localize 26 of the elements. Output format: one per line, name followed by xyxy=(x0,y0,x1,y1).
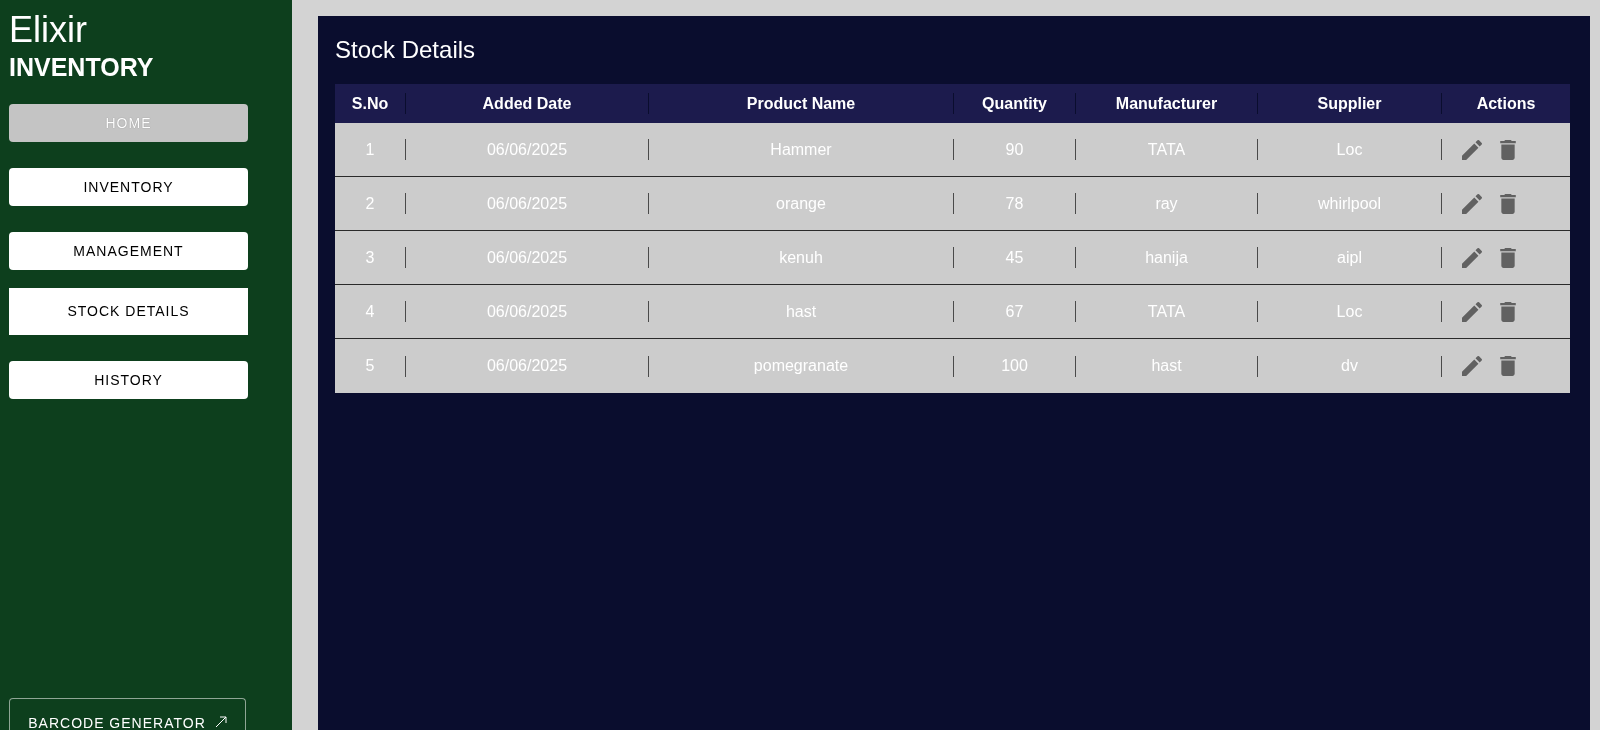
column-header: Actions xyxy=(1476,93,1536,114)
nav-button[interactable]: STOCK DETAILS xyxy=(9,288,248,335)
pencil-icon[interactable] xyxy=(1462,139,1482,160)
column-header: S.No xyxy=(351,93,389,114)
pencil-icon[interactable] xyxy=(1462,356,1482,376)
barcode-generator-button[interactable]: BARCODE GENERATOR xyxy=(9,698,246,730)
column-header: Supplier xyxy=(1317,93,1382,114)
trash-icon[interactable] xyxy=(1500,356,1516,376)
brand-title: Elixir xyxy=(9,12,87,48)
column-header: Product Name xyxy=(746,93,856,114)
nav-button[interactable]: INVENTORY xyxy=(9,168,248,206)
trash-icon[interactable] xyxy=(1500,139,1516,160)
trash-icon[interactable] xyxy=(1500,193,1516,214)
column-header: Manufacturer xyxy=(1115,93,1218,114)
nav-button[interactable]: HISTORY xyxy=(9,361,248,399)
brand-subtitle: INVENTORY xyxy=(9,55,154,80)
nav-button[interactable]: MANAGEMENT xyxy=(9,232,248,270)
column-header: Added Date xyxy=(482,93,572,114)
pencil-icon[interactable] xyxy=(1462,301,1482,322)
trash-icon[interactable] xyxy=(1500,301,1516,322)
pencil-icon[interactable] xyxy=(1462,247,1482,268)
pencil-icon[interactable] xyxy=(1462,193,1482,214)
trash-icon[interactable] xyxy=(1500,247,1516,268)
arrow-up-right-icon xyxy=(214,716,227,728)
page-title: Stock Details xyxy=(335,36,476,64)
column-header: Quantity xyxy=(982,93,1047,114)
